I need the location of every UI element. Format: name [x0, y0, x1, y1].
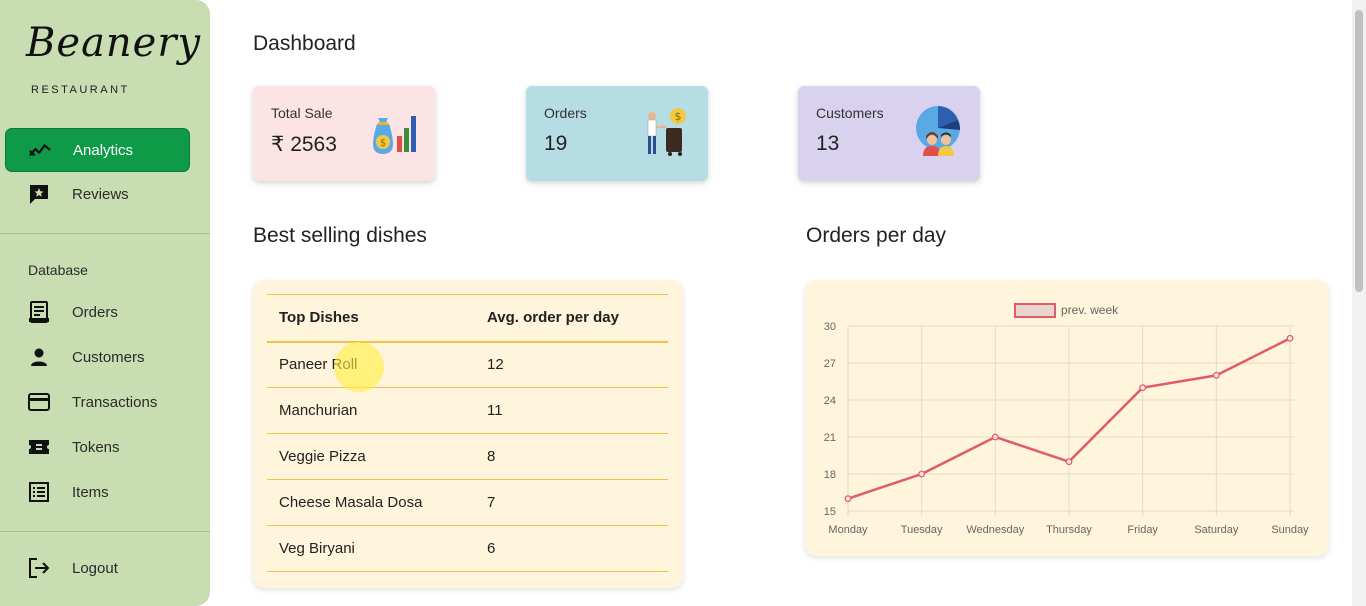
nav-transactions-label: Transactions	[72, 393, 158, 411]
y-tick-label: 30	[824, 321, 836, 333]
customers-pie-icon	[912, 106, 964, 158]
dish-name: Manchurian	[267, 387, 475, 434]
table-row[interactable]: Manchurian 11	[267, 387, 668, 434]
nav-customers-label: Customers	[72, 348, 145, 366]
page-title: Dashboard	[253, 32, 356, 55]
nav-orders-label: Orders	[72, 303, 118, 321]
table-header-row: Top Dishes Avg. order per day	[267, 294, 668, 343]
x-tick-label: Wednesday	[966, 524, 1024, 536]
data-point	[991, 433, 999, 441]
ticket-icon	[28, 436, 50, 458]
x-tick-label: Tuesday	[901, 524, 943, 536]
money-bag-chart-icon: $	[367, 106, 419, 158]
nav-transactions[interactable]: Transactions	[5, 380, 190, 424]
analytics-icon	[29, 139, 51, 161]
total-sale-card[interactable]: Total Sale ₹ 2563 $	[253, 86, 435, 181]
y-tick-label: 15	[824, 506, 836, 518]
logo-subtitle: RESTAURANT	[31, 84, 130, 96]
dish-avg: 12	[475, 341, 668, 388]
dish-name: Veg Biryani	[267, 525, 475, 572]
sidebar-divider-bottom	[0, 531, 210, 532]
orders-chart-title: Orders per day	[806, 224, 947, 247]
y-tick-label: 21	[824, 432, 836, 444]
nav-items[interactable]: Items	[5, 470, 190, 514]
orders-line-chart: 15 18 21 24 27 30 Monday Tuesday Wednesday Thursd…	[824, 303, 1309, 536]
card-value: 19	[544, 132, 568, 155]
nav-items-label: Items	[72, 483, 109, 501]
nav-tokens-label: Tokens	[72, 438, 120, 456]
x-tick-label: Sunday	[1271, 524, 1309, 536]
list-icon	[28, 481, 50, 503]
x-tick-label: Saturday	[1194, 524, 1239, 536]
y-tick-label: 18	[824, 469, 836, 481]
sidebar-divider	[0, 233, 210, 234]
orders-card[interactable]: Orders 19 $	[526, 86, 708, 181]
receipt-icon	[28, 301, 50, 323]
card-value: 13	[816, 132, 840, 155]
dish-avg: 8	[475, 433, 668, 480]
x-tick-label: Thursday	[1046, 524, 1092, 536]
table-row[interactable]: Cheese Masala Dosa 7	[267, 479, 668, 526]
legend-swatch	[1014, 303, 1056, 318]
x-tick-label: Monday	[828, 524, 868, 536]
nav-customers[interactable]: Customers	[5, 335, 190, 379]
dish-avg: 6	[475, 525, 668, 572]
dish-name: Paneer Roll	[267, 341, 475, 388]
dish-name: Cheese Masala Dosa	[267, 479, 475, 526]
sidebar: Beanery RESTAURANT Analytics Reviews Dat…	[0, 0, 210, 606]
nav-analytics[interactable]: Analytics	[5, 128, 190, 172]
customers-card[interactable]: Customers 13	[798, 86, 980, 181]
logout-icon	[28, 557, 50, 579]
y-tick-label: 27	[824, 358, 836, 370]
dish-name: Veggie Pizza	[267, 433, 475, 480]
best-selling-title: Best selling dishes	[253, 224, 427, 247]
card-label: Total Sale	[271, 105, 333, 121]
svg-text:$: $	[380, 138, 386, 149]
brand-logo: Beanery RESTAURANT	[26, 20, 200, 110]
delivery-person-icon: $	[640, 106, 692, 158]
person-icon	[28, 346, 50, 368]
svg-text:$: $	[675, 110, 682, 123]
data-point	[844, 495, 852, 503]
page-scrollbar[interactable]	[1352, 0, 1366, 606]
logo-text: Beanery	[26, 20, 202, 66]
x-tick-label: Friday	[1127, 524, 1158, 536]
data-point	[1139, 384, 1147, 392]
legend-label: prev. week	[1061, 303, 1119, 317]
nav-analytics-label: Analytics	[73, 141, 134, 159]
dish-avg: 7	[475, 479, 668, 526]
table-row[interactable]: Veggie Pizza 8	[267, 433, 668, 480]
data-point	[1212, 371, 1220, 379]
table-row[interactable]: Paneer Roll 12	[267, 341, 668, 388]
database-section-label: Database	[28, 262, 88, 278]
credit-card-icon	[28, 391, 50, 413]
card-label: Customers	[816, 105, 884, 121]
scrollbar-thumb[interactable]	[1355, 10, 1363, 292]
best-selling-panel: Top Dishes Avg. order per day Paneer Rol…	[253, 280, 683, 588]
data-point	[1286, 334, 1294, 342]
best-selling-table: Top Dishes Avg. order per day Paneer Rol…	[267, 294, 668, 572]
nav-reviews[interactable]: Reviews	[5, 172, 190, 216]
nav-tokens[interactable]: Tokens	[5, 425, 190, 469]
nav-orders[interactable]: Orders	[5, 290, 190, 334]
y-tick-label: 24	[824, 395, 836, 407]
review-icon	[28, 183, 50, 205]
card-value: ₹ 2563	[271, 133, 337, 156]
card-label: Orders	[544, 105, 587, 121]
data-point	[1065, 458, 1073, 466]
data-point	[918, 470, 926, 478]
column-header[interactable]: Top Dishes	[267, 294, 475, 343]
nav-logout-label: Logout	[72, 559, 118, 577]
nav-reviews-label: Reviews	[72, 185, 129, 203]
nav-logout[interactable]: Logout	[5, 546, 190, 590]
orders-chart-panel: 15 18 21 24 27 30 Monday Tuesday Wednesday Thursd…	[805, 280, 1329, 556]
dish-avg: 11	[475, 387, 668, 434]
column-header[interactable]: Avg. order per day	[475, 294, 668, 343]
table-row[interactable]: Veg Biryani 6	[267, 525, 668, 572]
